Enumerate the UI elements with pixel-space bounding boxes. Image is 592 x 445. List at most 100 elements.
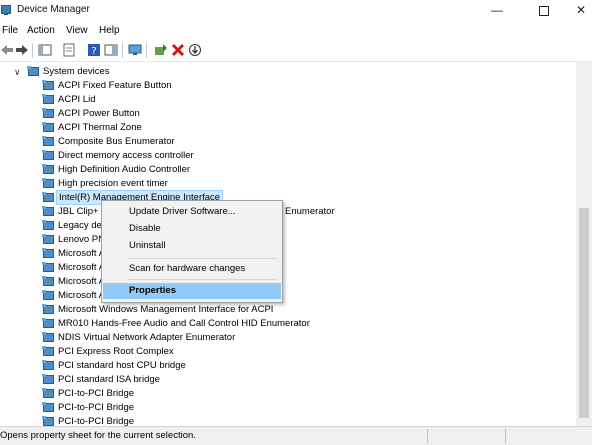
scan-hardware-icon[interactable] bbox=[188, 43, 202, 57]
device-label: PCI-to-PCI Bridge bbox=[58, 416, 135, 426]
menu-scan-hardware[interactable]: Scan for hardware changes bbox=[103, 261, 281, 277]
device-item[interactable]: High precision event timer bbox=[0, 177, 560, 191]
menu-view[interactable]: View bbox=[66, 25, 88, 36]
device-item[interactable]: PCI-to-PCI Bridge bbox=[0, 401, 560, 415]
menu-file[interactable]: File bbox=[2, 25, 18, 36]
update-driver-icon[interactable] bbox=[154, 43, 168, 57]
device-label: High precision event timer bbox=[58, 178, 168, 189]
device-icon bbox=[42, 388, 54, 398]
device-icon bbox=[42, 150, 54, 160]
window-title: Device Manager bbox=[17, 4, 90, 15]
device-icon bbox=[42, 192, 54, 202]
title-bar: Device Manager — ✕ bbox=[0, 0, 592, 22]
device-icon bbox=[42, 332, 54, 342]
monitor-icon[interactable] bbox=[128, 43, 142, 57]
device-item[interactable]: PCI-to-PCI Bridge bbox=[0, 387, 560, 401]
menu-action[interactable]: Action bbox=[27, 25, 55, 36]
device-icon bbox=[42, 178, 54, 188]
device-icon bbox=[42, 206, 54, 216]
folder-icon bbox=[27, 66, 39, 76]
tree-category-system-devices[interactable]: ∨ System devices bbox=[0, 65, 200, 79]
device-item[interactable]: ACPI Lid bbox=[0, 93, 560, 107]
chevron-down-icon[interactable]: ∨ bbox=[14, 65, 21, 79]
device-icon bbox=[42, 360, 54, 370]
properties-icon[interactable] bbox=[62, 43, 76, 57]
menu-update-driver[interactable]: Update Driver Software... bbox=[103, 204, 281, 220]
device-label: PCI standard ISA bridge bbox=[58, 374, 160, 385]
device-icon bbox=[42, 80, 54, 90]
uninstall-icon[interactable] bbox=[171, 43, 185, 57]
maximize-button[interactable] bbox=[527, 0, 561, 22]
forward-icon[interactable] bbox=[15, 43, 29, 57]
device-icon bbox=[42, 94, 54, 104]
device-label: PCI standard host CPU bridge bbox=[58, 360, 186, 371]
device-icon bbox=[42, 220, 54, 230]
device-icon bbox=[42, 164, 54, 174]
menu-separator bbox=[127, 258, 277, 259]
device-item[interactable]: ACPI Power Button bbox=[0, 107, 560, 121]
context-menu: Update Driver Software... Disable Uninst… bbox=[101, 200, 283, 303]
menu-disable[interactable]: Disable bbox=[103, 221, 281, 237]
menu-properties[interactable]: Properties bbox=[103, 283, 281, 299]
device-item[interactable]: Direct memory access controller bbox=[0, 149, 560, 163]
device-label: PCI Express Root Complex bbox=[58, 346, 174, 357]
device-item[interactable]: Composite Bus Enumerator bbox=[0, 135, 560, 149]
device-tree: ∨ System devices ACPI Fixed Feature Butt… bbox=[0, 62, 576, 426]
maximize-icon bbox=[539, 6, 549, 16]
toolbar-separator bbox=[32, 43, 33, 58]
device-icon bbox=[42, 374, 54, 384]
device-label: PCI-to-PCI Bridge bbox=[58, 388, 135, 399]
device-item[interactable]: Microsoft Windows Management Interface f… bbox=[0, 303, 560, 317]
toolbar-separator bbox=[146, 43, 147, 58]
menu-uninstall[interactable]: Uninstall bbox=[103, 238, 281, 254]
help-icon[interactable]: ? bbox=[87, 43, 101, 57]
device-label-tail: Enumerator bbox=[285, 206, 335, 217]
device-label: ACPI Power Button bbox=[58, 108, 140, 119]
close-button[interactable]: ✕ bbox=[564, 0, 592, 22]
device-label: Composite Bus Enumerator bbox=[58, 136, 175, 147]
device-item[interactable]: ACPI Fixed Feature Button bbox=[0, 79, 560, 93]
device-label: Microsoft A bbox=[58, 262, 105, 273]
toolbar: ? bbox=[0, 40, 592, 62]
status-bar: Opens property sheet for the current sel… bbox=[0, 426, 592, 445]
svg-text:?: ? bbox=[91, 46, 96, 57]
back-icon[interactable] bbox=[0, 43, 14, 57]
status-text: Opens property sheet for the current sel… bbox=[0, 430, 196, 441]
menu-help[interactable]: Help bbox=[99, 25, 120, 36]
device-item[interactable]: PCI Express Root Complex bbox=[0, 345, 560, 359]
device-icon bbox=[42, 234, 54, 244]
device-item[interactable]: ACPI Thermal Zone bbox=[0, 121, 560, 135]
minimize-button[interactable]: — bbox=[480, 0, 514, 22]
device-item[interactable]: PCI standard host CPU bridge bbox=[0, 359, 560, 373]
device-label: Direct memory access controller bbox=[58, 150, 194, 161]
device-icon bbox=[42, 402, 54, 412]
device-icon bbox=[42, 318, 54, 328]
action-pane-icon[interactable] bbox=[104, 43, 118, 57]
device-item[interactable]: NDIS Virtual Network Adapter Enumerator bbox=[0, 331, 560, 345]
status-divider bbox=[505, 429, 506, 443]
status-divider bbox=[427, 429, 428, 443]
device-icon bbox=[42, 108, 54, 118]
device-label: Microsoft Windows Management Interface f… bbox=[58, 304, 274, 315]
device-icon bbox=[42, 304, 54, 314]
device-item[interactable]: PCI-to-PCI Bridge bbox=[0, 415, 560, 426]
device-icon bbox=[42, 416, 54, 426]
device-item[interactable]: PCI standard ISA bridge bbox=[0, 373, 560, 387]
device-label: Microsoft A bbox=[58, 290, 105, 301]
category-label: System devices bbox=[43, 66, 110, 77]
device-label: Microsoft A bbox=[58, 276, 105, 287]
device-icon bbox=[42, 248, 54, 258]
device-manager-icon bbox=[1, 5, 11, 15]
show-hide-console-tree-icon[interactable] bbox=[38, 43, 52, 57]
menu-bar: File Action View Help bbox=[0, 22, 592, 40]
device-label: ACPI Lid bbox=[58, 94, 96, 105]
vertical-scrollbar[interactable] bbox=[576, 62, 592, 426]
toolbar-separator bbox=[122, 43, 123, 58]
device-label: Lenovo PN bbox=[58, 234, 106, 245]
device-item[interactable]: High Definition Audio Controller bbox=[0, 163, 560, 177]
device-label: PCI-to-PCI Bridge bbox=[58, 402, 135, 413]
device-item[interactable]: MR010 Hands-Free Audio and Call Control … bbox=[0, 317, 560, 331]
scrollbar-thumb[interactable] bbox=[579, 208, 589, 418]
device-label: ACPI Fixed Feature Button bbox=[58, 80, 172, 91]
device-label: High Definition Audio Controller bbox=[58, 164, 191, 175]
